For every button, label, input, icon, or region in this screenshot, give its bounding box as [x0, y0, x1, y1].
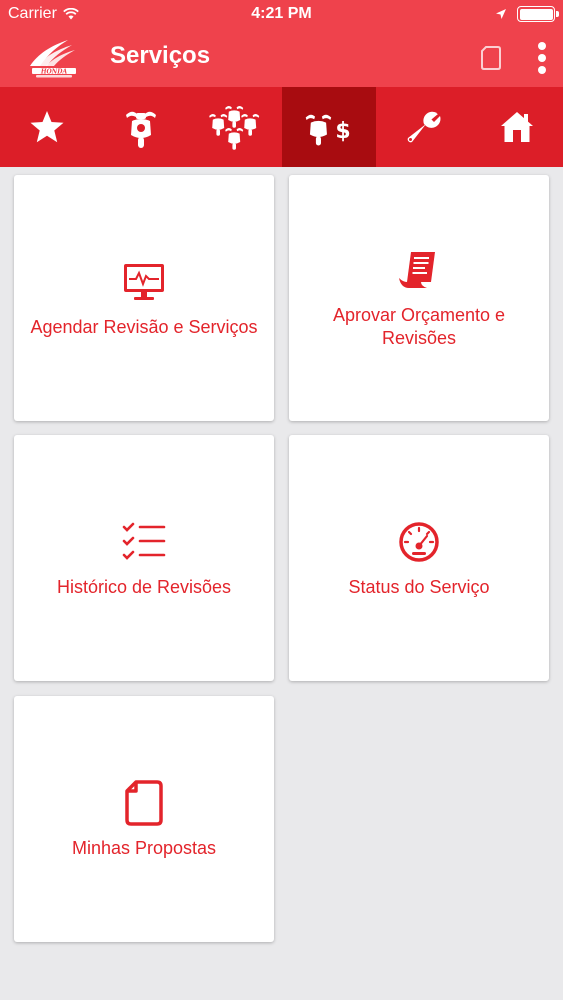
tab-home[interactable] [470, 87, 563, 167]
wrench-icon [407, 111, 441, 143]
card-minhas-propostas[interactable]: Minhas Propostas [14, 696, 274, 942]
card-historico-revisoes[interactable]: Histórico de Revisões [14, 435, 274, 681]
card-label: Histórico de Revisões [56, 576, 232, 597]
document-icon [125, 779, 163, 826]
status-bar: Carrier 4:21 PM [0, 0, 563, 30]
card-label: Status do Serviço [348, 576, 490, 597]
battery-icon [517, 6, 559, 22]
motorcycle-icon [126, 111, 156, 148]
document-icon[interactable] [479, 44, 503, 72]
star-icon [30, 111, 64, 143]
card-agendar-revisao[interactable]: Agendar Revisão e Serviços [14, 175, 274, 421]
tab-favorites[interactable] [0, 87, 94, 167]
tab-tools[interactable] [376, 87, 470, 167]
tab-bar: $ [0, 87, 563, 167]
tab-motorcycle[interactable] [94, 87, 188, 167]
svg-text:$: $ [335, 119, 350, 144]
card-label: Minhas Propostas [71, 837, 217, 858]
card-label: Aprovar Orçamento e Revisões [332, 305, 506, 348]
motorcycle-group-icon [209, 106, 260, 150]
motorcycle-dollar-icon: $ [305, 114, 351, 146]
monitor-icon [124, 263, 164, 300]
status-time: 4:21 PM [251, 5, 312, 22]
app-header: Carrier 4:21 PM HONDA Serviços [0, 0, 563, 87]
location-arrow-icon [496, 9, 506, 19]
page-title: Serviços [110, 42, 211, 69]
card-label: Agendar Revisão e Serviços [30, 316, 258, 337]
honda-wing-logo-icon: HONDA [30, 40, 76, 78]
card-status-servico[interactable]: Status do Serviço [289, 435, 549, 681]
dot [538, 66, 546, 74]
card-aprovar-orcamento[interactable]: Aprovar Orçamento e Revisões [289, 175, 549, 421]
logo-text: HONDA [40, 68, 68, 75]
receipt-icon [399, 252, 435, 288]
tab-motorcycles-group[interactable] [188, 87, 282, 167]
speedometer-icon [399, 521, 439, 562]
more-options-button[interactable] [530, 40, 554, 76]
home-icon [501, 112, 533, 142]
tab-services-cost[interactable]: $ [282, 87, 376, 167]
dot [538, 54, 546, 62]
dot [538, 42, 546, 50]
status-right [495, 6, 559, 22]
navigation-bar: HONDA Serviços [0, 30, 563, 87]
checklist-icon [122, 522, 166, 560]
